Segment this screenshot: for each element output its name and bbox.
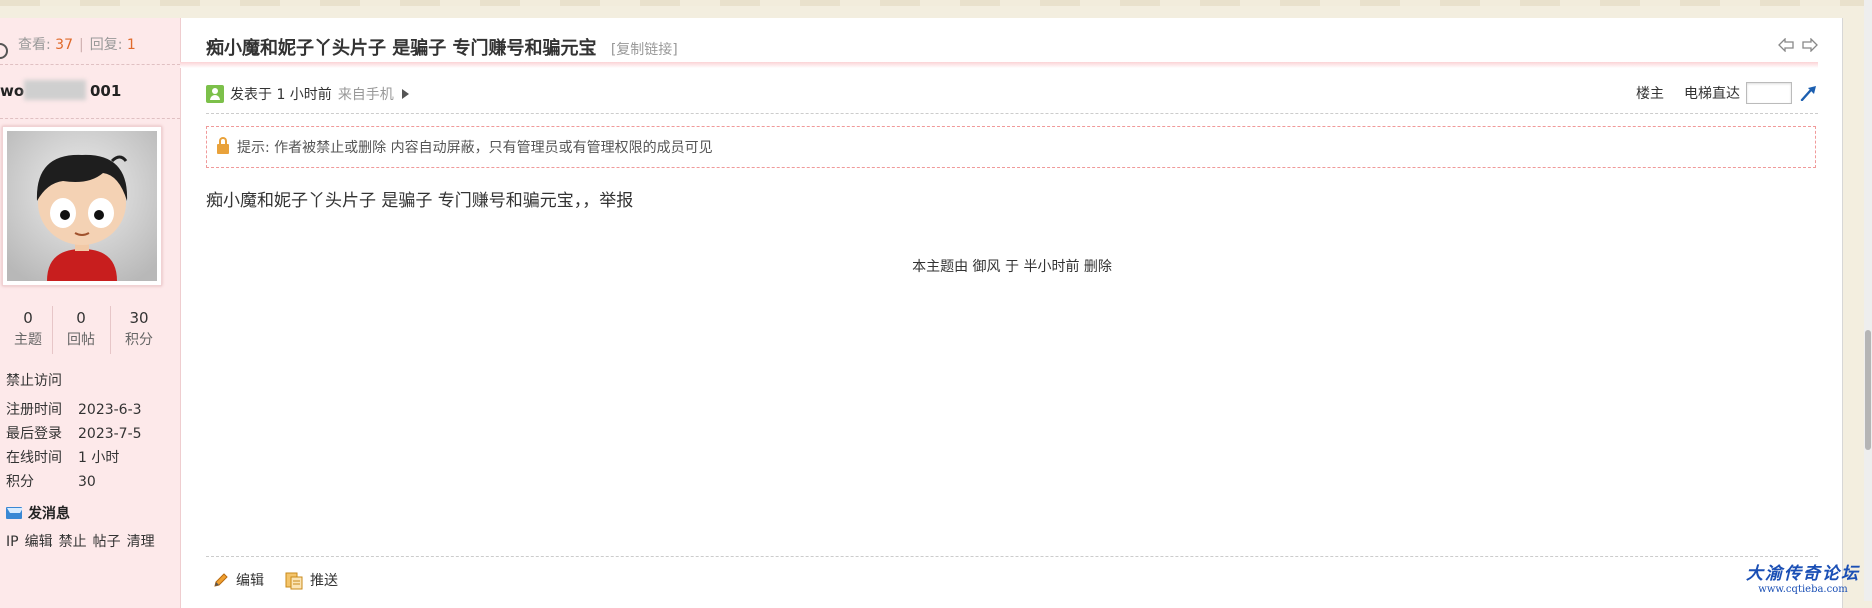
title-divider [180,62,1818,68]
admin-links: IP 编辑 禁止 帖子 清理 [6,531,161,551]
thread-stats: 查看: 37 | 回复: 1 [0,18,180,65]
post-source: 来自手机 [337,87,394,103]
admin-ip-link[interactable]: IP [6,534,19,550]
page-scrollbar[interactable] [1864,0,1872,601]
edit-button[interactable]: 编辑 [212,570,264,590]
info-row: 积分 30 [6,474,96,490]
caret-right-icon[interactable] [401,89,409,99]
title-row: 痴小魔和妮子丫头片子 是骗子 专门赚号和骗元宝 [复制链接] [206,32,1818,62]
post-actions: 编辑 推送 [212,570,358,590]
top-banner-strip [0,0,1872,6]
post-meta: 发表于 1 小时前 来自手机 楼主 电梯直达 [206,82,1818,110]
next-thread-icon[interactable] [1802,38,1818,52]
admin-ban-link[interactable]: 禁止 [59,534,87,550]
thread-title: 痴小魔和妮子丫头片子 是骗子 专门赚号和骗元宝 [206,38,597,59]
views-count: 37 [55,37,73,53]
replies-count: 1 [126,37,136,53]
thread-nav [1778,38,1818,52]
author-name[interactable]: wo 001 [0,78,180,119]
floor-jump-input[interactable] [1746,82,1792,104]
avatar[interactable] [2,126,162,286]
jump-label: 电梯直达 [1684,86,1740,102]
author-counts: 0 主题 0 回帖 30 积分 [0,306,170,362]
author-name-suffix: 001 [90,82,122,100]
meta-divider [206,113,1818,114]
send-message-link[interactable]: 发消息 [6,503,70,523]
post-content: 痴小魔和妮子丫头片子 是骗子 专门赚号和骗元宝 [复制链接] 发表于 1 小时前… [180,18,1818,608]
deleted-notice: 本主题由 御风 于 半小时前 删除 [912,259,1112,275]
admin-clean-link[interactable]: 清理 [127,534,155,550]
count-replies[interactable]: 0 回帖 [52,306,109,354]
count-points[interactable]: 30 积分 [110,306,167,354]
author-name-prefix: wo [0,82,25,100]
avatar-cartoon-icon [7,131,157,281]
lock-icon [217,137,229,154]
actions-divider [206,556,1818,557]
online-user-icon [206,85,224,103]
count-topics[interactable]: 0 主题 [0,306,56,354]
redaction-blur [24,80,86,100]
views-label: 查看: [18,37,51,53]
push-button[interactable]: 推送 [284,570,338,590]
site-watermark: 大渝传奇论坛 www.cqtieba.com [1746,564,1860,595]
moderation-notice: 提示: 作者被禁止或删除 内容自动屏蔽，只有管理员或有管理权限的成员可见 [206,126,1816,168]
jump-go-icon[interactable] [1800,85,1818,101]
op-badge: 楼主 [1636,86,1664,102]
copy-link[interactable]: [复制链接] [611,42,678,58]
thread-container: 查看: 37 | 回复: 1 wo 001 0 主题 0 回帖 30 积分 禁止… [0,18,1843,608]
info-row: 最后登录 2023-7-5 [6,426,142,442]
circle-icon [0,43,8,59]
author-status: 禁止访问 [6,373,62,389]
push-icon [285,572,303,590]
admin-posts-link[interactable]: 帖子 [93,534,121,550]
post-time: 发表于 1 小时前 [230,87,332,103]
admin-edit-link[interactable]: 编辑 [25,534,53,550]
info-row: 在线时间 1 小时 [6,450,120,466]
author-info: 注册时间 2023-6-3 最后登录 2023-7-5 在线时间 1 小时 积分 30 [6,398,142,494]
author-sidebar: 查看: 37 | 回复: 1 wo 001 0 主题 0 回帖 30 积分 禁止… [0,18,181,608]
envelope-icon [6,507,23,519]
prev-thread-icon[interactable] [1778,38,1794,52]
post-body: 痴小魔和妮子丫头片子 是骗子 专门赚号和骗元宝，，举报 [206,191,634,211]
info-row: 注册时间 2023-6-3 [6,402,142,418]
scrollbar-thumb[interactable] [1865,330,1871,450]
replies-label: 回复: [89,37,123,53]
pencil-icon [214,573,228,587]
